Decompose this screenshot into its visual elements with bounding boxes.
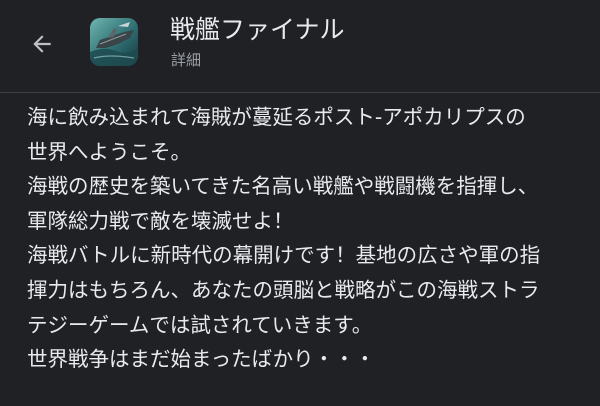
arrow-back-icon bbox=[33, 35, 51, 53]
description-line: 揮力はもちろん、あなたの頭脳と戦略がこの海戦ストラ bbox=[27, 277, 540, 302]
page-subtitle: 詳細 bbox=[171, 51, 202, 69]
description-line: 軍隊総力戦で敵を壊滅せよ！ bbox=[27, 208, 294, 233]
description-line: 世界戦争はまだ始まったばかり・・・ bbox=[27, 347, 376, 372]
app-header: 戦艦ファイナル 詳細 bbox=[0, 0, 600, 90]
app-title: 戦艦ファイナル bbox=[170, 15, 345, 44]
description-line: 海戦バトルに新時代の幕開けです！基地の広さや軍の指 bbox=[27, 243, 541, 268]
description-line: 海戦の歴史を築いてきた名高い戦艦や戦闘機を指揮し、 bbox=[27, 174, 539, 199]
description-line: 海に飲み込まれて海賊が蔓延るポスト-アポカリプスの bbox=[27, 105, 526, 129]
header-divider bbox=[0, 92, 600, 93]
description-line: 世界へようこそ。 bbox=[27, 139, 191, 164]
app-icon bbox=[90, 18, 138, 66]
description-line: テジーゲームでは試されていきます。 bbox=[27, 312, 373, 337]
app-description: 海に飲み込まれて海賊が蔓延るポスト-アポカリプスの 世界へようこそ。 海戦の歴史… bbox=[27, 100, 587, 377]
back-button[interactable] bbox=[22, 24, 62, 64]
app-details-screen: 戦艦ファイナル 詳細 海に飲み込まれて海賊が蔓延るポスト-アポカリプスの 世界へ… bbox=[0, 0, 600, 406]
